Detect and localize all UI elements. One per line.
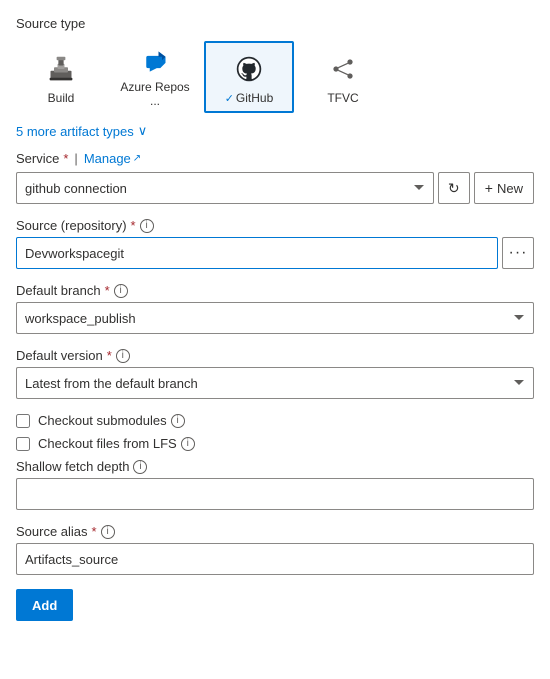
- plus-icon: +: [485, 180, 493, 196]
- default-version-label-text: Default version: [16, 348, 103, 363]
- chevron-down-icon: ∨: [138, 123, 148, 139]
- service-required: *: [63, 151, 68, 166]
- refresh-icon: ↻: [448, 180, 460, 197]
- source-repo-input[interactable]: [16, 237, 498, 269]
- source-repo-info-icon[interactable]: i: [140, 219, 154, 233]
- default-branch-label-text: Default branch: [16, 283, 101, 298]
- checkout-submodules-label-text: Checkout submodules: [38, 413, 167, 428]
- service-divider: |: [74, 151, 77, 166]
- source-type-label: Source type: [16, 16, 534, 31]
- build-label: Build: [48, 91, 75, 105]
- checkout-lfs-info-icon[interactable]: i: [181, 437, 195, 451]
- default-branch-required: *: [105, 283, 110, 298]
- github-label: ✓ GitHub: [225, 91, 274, 105]
- checkout-lfs-label: Checkout files from LFS i: [38, 436, 195, 451]
- source-type-github[interactable]: ✓ GitHub: [204, 41, 294, 113]
- shallow-fetch-label: Shallow fetch depth i: [16, 459, 534, 474]
- default-version-required: *: [107, 348, 112, 363]
- azure-repos-label: Azure Repos ...: [115, 80, 195, 108]
- checkout-lfs-row: Checkout files from LFS i: [16, 436, 534, 451]
- checkout-lfs-checkbox[interactable]: [16, 437, 30, 451]
- default-version-info-icon[interactable]: i: [116, 349, 130, 363]
- shallow-fetch-input[interactable]: [16, 478, 534, 510]
- shallow-fetch-label-text: Shallow fetch depth: [16, 459, 129, 474]
- service-dropdown[interactable]: github connection: [16, 172, 434, 204]
- default-branch-label: Default branch * i: [16, 283, 534, 298]
- checkout-submodules-label: Checkout submodules i: [38, 413, 185, 428]
- service-label: Service *: [16, 151, 68, 166]
- shallow-fetch-info-icon[interactable]: i: [133, 460, 147, 474]
- more-artifact-label: 5 more artifact types: [16, 124, 134, 139]
- github-check: ✓: [225, 92, 234, 105]
- default-version-dropdown[interactable]: Latest from the default branch: [16, 367, 534, 399]
- new-button[interactable]: + New: [474, 172, 534, 204]
- source-repo-label: Source (repository) * i: [16, 218, 534, 233]
- checkout-submodules-info-icon[interactable]: i: [171, 414, 185, 428]
- source-type-tfvc[interactable]: TFVC: [298, 41, 388, 113]
- checkout-lfs-label-text: Checkout files from LFS: [38, 436, 177, 451]
- default-version-dropdown-row: Latest from the default branch: [16, 367, 534, 399]
- tfvc-icon: [325, 51, 361, 87]
- service-dropdown-row: github connection ↻ + New: [16, 172, 534, 204]
- service-label-text: Service: [16, 151, 59, 166]
- source-alias-required: *: [92, 524, 97, 539]
- ellipsis-button[interactable]: ···: [502, 237, 534, 269]
- azure-repos-icon: [137, 48, 173, 76]
- source-alias-label: Source alias * i: [16, 524, 534, 539]
- source-alias-label-text: Source alias: [16, 524, 88, 539]
- default-branch-dropdown-row: workspace_publish: [16, 302, 534, 334]
- default-branch-dropdown[interactable]: workspace_publish: [16, 302, 534, 334]
- source-repo-input-row: ···: [16, 237, 534, 269]
- github-icon: [231, 51, 267, 87]
- source-alias-info-icon[interactable]: i: [101, 525, 115, 539]
- external-link-icon: ↗: [133, 153, 141, 164]
- checkout-submodules-row: Checkout submodules i: [16, 413, 534, 428]
- default-branch-info-icon[interactable]: i: [114, 284, 128, 298]
- manage-label: Manage: [84, 151, 131, 166]
- source-alias-input[interactable]: [16, 543, 534, 575]
- source-repo-required: *: [131, 218, 136, 233]
- build-icon: [43, 51, 79, 87]
- checkout-submodules-checkbox[interactable]: [16, 414, 30, 428]
- source-type-build[interactable]: Build: [16, 41, 106, 113]
- new-label: New: [497, 181, 523, 196]
- github-label-text: GitHub: [236, 91, 273, 105]
- add-button[interactable]: Add: [16, 589, 73, 621]
- more-artifact-types-link[interactable]: 5 more artifact types ∨: [16, 123, 147, 139]
- service-row: Service * | Manage ↗: [16, 151, 534, 166]
- source-type-azure-repos[interactable]: Azure Repos ...: [110, 41, 200, 113]
- refresh-button[interactable]: ↻: [438, 172, 470, 204]
- tfvc-label: TFVC: [327, 91, 358, 105]
- default-version-label: Default version * i: [16, 348, 534, 363]
- manage-link[interactable]: Manage ↗: [84, 151, 141, 166]
- source-type-row: Build Azure Repos ... ✓ GitHub: [16, 41, 534, 113]
- source-repo-label-text: Source (repository): [16, 218, 127, 233]
